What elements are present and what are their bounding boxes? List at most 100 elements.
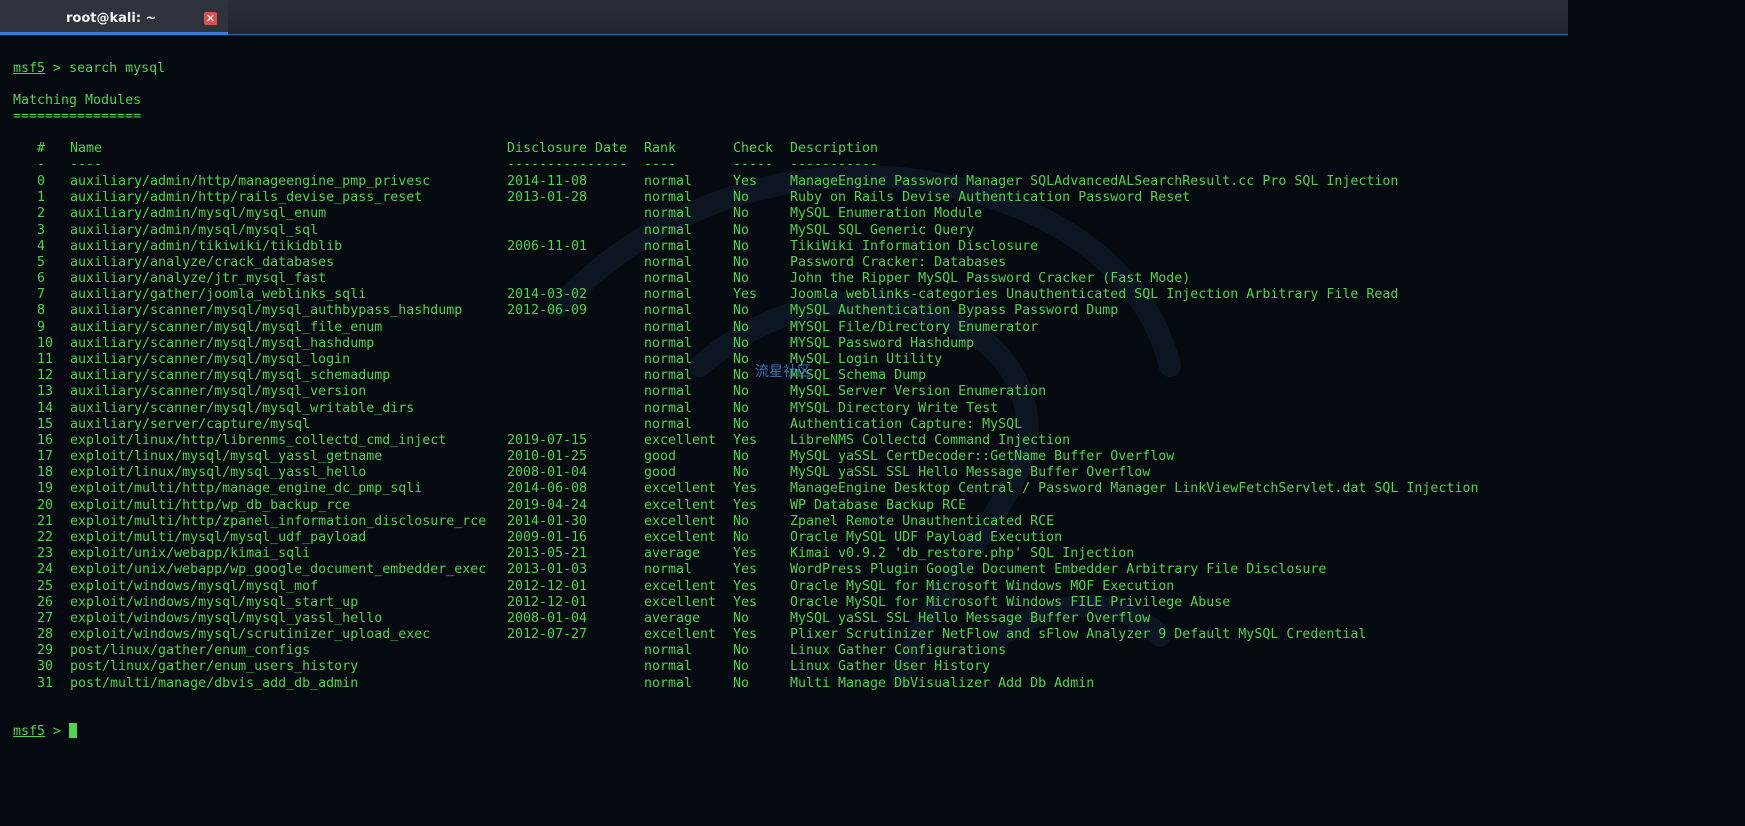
module-check: No: [733, 514, 750, 529]
module-name: post/multi/manage/dbvis_add_db_admin: [70, 676, 359, 691]
module-check: No: [733, 255, 750, 270]
module-check: No: [733, 368, 750, 383]
column-header-date: Disclosure Date: [507, 141, 628, 156]
module-number: 6: [37, 271, 46, 286]
module-check: No: [733, 530, 750, 545]
module-number: 30: [37, 659, 54, 674]
module-name: auxiliary/scanner/mysql/mysql_authbypass…: [70, 303, 463, 318]
module-description: Joomla weblinks-categories Unauthenticat…: [790, 287, 1399, 302]
module-rank: normal: [644, 239, 693, 254]
module-rank: excellent: [644, 627, 717, 642]
prompt-separator: >: [45, 724, 70, 739]
prompt-separator: >: [45, 61, 70, 76]
module-description: Authentication Capture: MySQL: [790, 417, 1023, 432]
module-rank: normal: [644, 336, 693, 351]
module-rank: normal: [644, 368, 693, 383]
title-bar: root@kali: ~ ✕: [0, 0, 1568, 36]
module-description: Kimai v0.9.2 'db_restore.php' SQL Inject…: [790, 546, 1135, 561]
module-rank: average: [644, 546, 701, 561]
module-name: exploit/multi/mysql/mysql_udf_payload: [70, 530, 367, 545]
module-number: 3: [37, 223, 46, 238]
module-name: auxiliary/scanner/mysql/mysql_version: [70, 384, 367, 399]
module-number: 20: [37, 498, 54, 513]
module-description: MySQL Authentication Bypass Password Dum…: [790, 303, 1119, 318]
module-description: John the Ripper MySQL Password Cracker (…: [790, 271, 1191, 286]
close-icon[interactable]: ✕: [204, 12, 217, 25]
module-check: No: [733, 401, 750, 416]
module-disclosure-date: 2019-04-24: [507, 498, 588, 513]
module-number: 28: [37, 627, 54, 642]
module-check: No: [733, 190, 750, 205]
module-number: 25: [37, 579, 54, 594]
module-number: 4: [37, 239, 46, 254]
module-check: Yes: [733, 174, 758, 189]
column-header-check: Check: [733, 141, 774, 156]
module-number: 19: [37, 481, 54, 496]
module-disclosure-date: 2008-01-04: [507, 465, 588, 480]
module-rank: normal: [644, 562, 693, 577]
module-check: No: [733, 206, 750, 221]
module-name: post/linux/gather/enum_users_history: [70, 659, 359, 674]
module-check: No: [733, 417, 750, 432]
command-text: search mysql: [69, 61, 166, 76]
module-disclosure-date: 2006-11-01: [507, 239, 588, 254]
module-disclosure-date: 2014-01-30: [507, 514, 588, 529]
module-name: exploit/windows/mysql/scrutinizer_upload…: [70, 627, 431, 642]
module-number: 27: [37, 611, 54, 626]
module-description: MySQL yaSSL CertDecoder::GetName Buffer …: [790, 449, 1175, 464]
module-rank: excellent: [644, 530, 717, 545]
module-check: No: [733, 223, 750, 238]
module-number: 31: [37, 676, 54, 691]
module-disclosure-date: 2008-01-04: [507, 611, 588, 626]
module-name: exploit/multi/http/zpanel_information_di…: [70, 514, 487, 529]
module-description: WP Database Backup RCE: [790, 498, 967, 513]
module-disclosure-date: 2009-01-16: [507, 530, 588, 545]
prompt-label: msf5: [13, 724, 46, 739]
section-heading: Matching Modules: [13, 93, 142, 108]
module-name: auxiliary/scanner/mysql/mysql_hashdump: [70, 336, 375, 351]
site-watermark: 流星社区: [755, 364, 811, 380]
module-name: auxiliary/admin/http/rails_devise_pass_r…: [70, 190, 423, 205]
module-number: 12: [37, 368, 54, 383]
module-rank: normal: [644, 676, 693, 691]
module-number: 14: [37, 401, 54, 416]
module-number: 17: [37, 449, 54, 464]
terminal-tab[interactable]: root@kali: ~ ✕: [0, 0, 228, 35]
module-description: Plixer Scrutinizer NetFlow and sFlow Ana…: [790, 627, 1367, 642]
module-disclosure-date: 2012-07-27: [507, 627, 588, 642]
module-disclosure-date: 2013-01-28: [507, 190, 588, 205]
module-name: auxiliary/analyze/crack_databases: [70, 255, 335, 270]
module-description: Oracle MySQL UDF Payload Execution: [790, 530, 1063, 545]
section-heading-rule: ================: [13, 109, 142, 124]
module-disclosure-date: 2014-03-02: [507, 287, 588, 302]
module-disclosure-date: 2014-11-08: [507, 174, 588, 189]
module-check: Yes: [733, 546, 758, 561]
module-rank: excellent: [644, 498, 717, 513]
separator-name: ----: [70, 157, 103, 172]
module-check: Yes: [733, 498, 758, 513]
module-check: No: [733, 271, 750, 286]
module-rank: good: [644, 449, 677, 464]
module-number: 8: [37, 303, 46, 318]
module-check: Yes: [733, 579, 758, 594]
module-check: No: [733, 676, 750, 691]
input-prompt-line[interactable]: msf5 >: [13, 723, 78, 739]
module-check: No: [733, 643, 750, 658]
module-rank: normal: [644, 174, 693, 189]
module-rank: excellent: [644, 514, 717, 529]
module-name: auxiliary/scanner/mysql/mysql_file_enum: [70, 320, 383, 335]
module-check: No: [733, 336, 750, 351]
module-description: MySQL yaSSL SSL Hello Message Buffer Ove…: [790, 611, 1151, 626]
module-number: 9: [37, 320, 46, 335]
module-check: No: [733, 449, 750, 464]
module-rank: normal: [644, 320, 693, 335]
module-description: MYSQL Password Hashdump: [790, 336, 975, 351]
module-rank: normal: [644, 271, 693, 286]
module-name: auxiliary/admin/mysql/mysql_sql: [70, 223, 319, 238]
terminal-output[interactable]: msf5 > search mysql Matching Modules ===…: [0, 36, 1568, 742]
module-rank: normal: [644, 287, 693, 302]
module-description: MySQL yaSSL SSL Hello Message Buffer Ove…: [790, 465, 1151, 480]
module-description: Oracle MySQL for Microsoft Windows MOF E…: [790, 579, 1175, 594]
module-name: exploit/linux/mysql/mysql_yassl_getname: [70, 449, 383, 464]
module-description: MYSQL Directory Write Test: [790, 401, 999, 416]
